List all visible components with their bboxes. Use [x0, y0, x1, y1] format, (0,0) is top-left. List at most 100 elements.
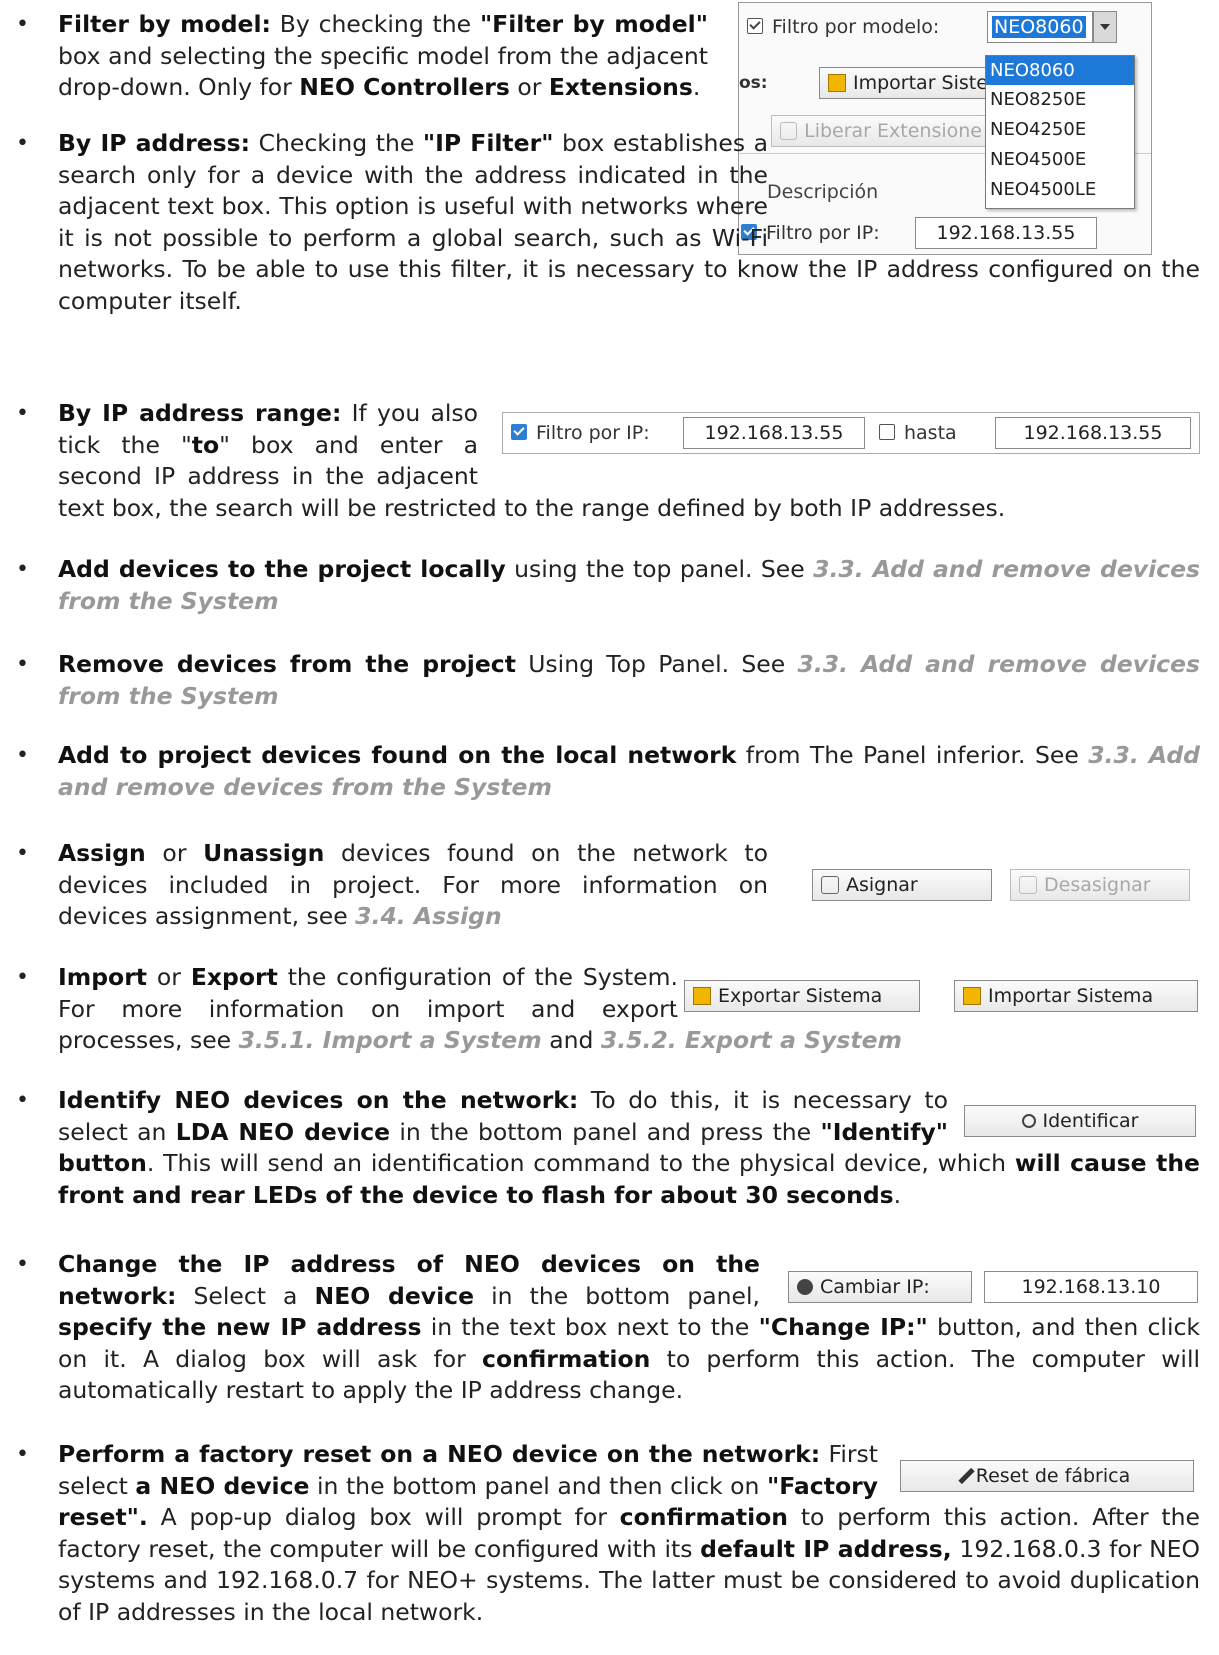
- lead: Remove devices from the project: [58, 650, 516, 678]
- lead: Assign: [58, 839, 146, 867]
- assign-screenshot: Asignar Desasignar: [812, 867, 1196, 903]
- ip-to-input[interactable]: 192.168.13.55: [995, 417, 1191, 449]
- bullet-marker: •: [16, 1442, 29, 1467]
- bold: "Filter by model": [479, 10, 708, 38]
- text: and: [541, 1026, 601, 1054]
- bold: NEO device: [314, 1281, 475, 1310]
- text: from The Panel inferior. See: [736, 741, 1089, 769]
- factory-reset-screenshot: Reset de fábrica: [900, 1458, 1200, 1494]
- import-export-screenshot: Exportar Sistema Importar Sistema: [676, 978, 1204, 1014]
- text: in the text box next to the: [421, 1313, 759, 1341]
- button-label: Importar Sistema: [988, 985, 1154, 1007]
- export-system-button[interactable]: Exportar Sistema: [684, 980, 920, 1012]
- bold: Extensions: [548, 73, 693, 101]
- identify-screenshot: Identificar: [964, 1103, 1200, 1139]
- bullet-marker: •: [16, 743, 29, 768]
- paragraph: By IP address: Checking the "IP Filter" …: [58, 128, 1200, 317]
- checkbox-icon: [879, 424, 895, 440]
- lead: Filter by model:: [58, 10, 271, 38]
- bullet-marker: •: [16, 1252, 29, 1277]
- import-icon: [828, 74, 846, 92]
- lead: Identify NEO devices on the network:: [58, 1086, 579, 1114]
- text: .: [893, 1180, 902, 1209]
- to-label: hasta: [904, 422, 957, 444]
- change-ip-button[interactable]: Cambiar IP:: [788, 1271, 972, 1303]
- ip-filter-label: Filtro por IP:: [536, 422, 650, 444]
- button-label: Desasignar: [1044, 874, 1151, 896]
- identify-button[interactable]: Identificar: [964, 1105, 1196, 1137]
- text: or: [509, 73, 549, 101]
- bullet-marker: •: [16, 1088, 29, 1113]
- input-value: 192.168.13.55: [1023, 422, 1163, 444]
- button-label: Reset de fábrica: [975, 1465, 1131, 1487]
- import-icon: [963, 987, 981, 1005]
- text: Select a: [176, 1281, 315, 1310]
- model-option[interactable]: NEO8060: [986, 56, 1134, 85]
- cross-reference[interactable]: 3.5.1. Import a System: [239, 1026, 542, 1054]
- cross-reference[interactable]: 3.5.2. Export a System: [601, 1026, 902, 1054]
- bold: "Change IP:": [758, 1313, 928, 1341]
- model-select[interactable]: NEO8060: [987, 11, 1093, 43]
- change-ip-input[interactable]: 192.168.13.10: [984, 1271, 1198, 1303]
- lead: Add to project devices found on the loca…: [58, 741, 737, 769]
- bold: a NEO device: [135, 1471, 310, 1500]
- cross-reference[interactable]: 3.4. Assign: [355, 902, 502, 930]
- button-label: Importar Siste: [853, 72, 988, 94]
- checkbox-icon: [511, 424, 527, 440]
- ip-range-screenshot: Filtro por IP: 192.168.13.55 hasta 192.1…: [502, 412, 1200, 454]
- text: using the top panel. See: [505, 555, 814, 583]
- paragraph: Add to project devices found on the loca…: [58, 740, 1200, 803]
- bold: Unassign: [203, 839, 325, 867]
- dropdown-arrow-icon[interactable]: [1093, 11, 1117, 43]
- input-value: 192.168.13.55: [704, 422, 844, 444]
- assign-button[interactable]: Asignar: [812, 869, 992, 901]
- gear-icon: [797, 1279, 813, 1295]
- change-ip-screenshot: Cambiar IP: 192.168.13.10: [788, 1269, 1202, 1305]
- import-system-button[interactable]: Importar Sistema: [954, 980, 1198, 1012]
- model-option[interactable]: NEO8250E: [986, 85, 1134, 115]
- import-system-button[interactable]: Importar Siste: [819, 67, 999, 99]
- text: in the bottom panel and press the: [390, 1117, 821, 1146]
- bullet-marker: •: [16, 401, 29, 426]
- wrench-icon: [958, 1467, 975, 1485]
- lead: Add devices to the project locally: [58, 555, 506, 583]
- input-value: 192.168.13.10: [1021, 1276, 1161, 1298]
- lead: By IP address:: [58, 129, 251, 157]
- link-icon: [1019, 876, 1037, 894]
- text: in the bottom panel and then click on: [309, 1471, 767, 1500]
- button-label: Asignar: [846, 874, 918, 896]
- bold: "IP Filter": [422, 129, 554, 157]
- ip-from-input[interactable]: 192.168.13.55: [683, 417, 865, 449]
- search-icon: [1021, 1114, 1036, 1128]
- bold: to: [191, 430, 220, 459]
- lead: By IP address range:: [58, 399, 342, 427]
- bold: Export: [190, 963, 278, 991]
- paragraph: Assign or Unassign devices found on the …: [58, 838, 768, 933]
- text: Checking the: [250, 129, 423, 157]
- button-label: Identificar: [1042, 1110, 1139, 1132]
- model-filter-checkbox[interactable]: Filtro por modelo:: [747, 11, 939, 43]
- lead: Import: [58, 963, 148, 991]
- text: .: [692, 73, 701, 101]
- text: Using Top Panel. See: [515, 650, 798, 678]
- bullet-marker: •: [16, 652, 29, 677]
- text: A pop-up dialog box will prompt for: [147, 1503, 620, 1531]
- text: or: [147, 963, 191, 991]
- bullet-marker: •: [16, 12, 29, 37]
- to-checkbox[interactable]: hasta: [879, 417, 957, 449]
- lead: Perform a factory reset on a NEO device …: [58, 1440, 821, 1468]
- bullet-marker: •: [16, 131, 29, 156]
- button-label: Exportar Sistema: [718, 985, 883, 1007]
- ip-filter-checkbox[interactable]: Filtro por IP:: [511, 417, 650, 449]
- factory-reset-button[interactable]: Reset de fábrica: [900, 1460, 1194, 1492]
- bold: confirmation: [482, 1344, 651, 1373]
- bold: default IP address,: [700, 1534, 952, 1563]
- checkbox-icon: [747, 18, 763, 34]
- model-selected-value: NEO8060: [992, 16, 1086, 38]
- bold: confirmation: [619, 1503, 788, 1531]
- text: . This will send an identification comma…: [146, 1149, 1015, 1177]
- export-icon: [693, 987, 711, 1005]
- text: or: [145, 839, 204, 867]
- model-filter-label: Filtro por modelo:: [772, 16, 940, 38]
- paragraph: Filter by model: By checking the "Filter…: [58, 9, 708, 104]
